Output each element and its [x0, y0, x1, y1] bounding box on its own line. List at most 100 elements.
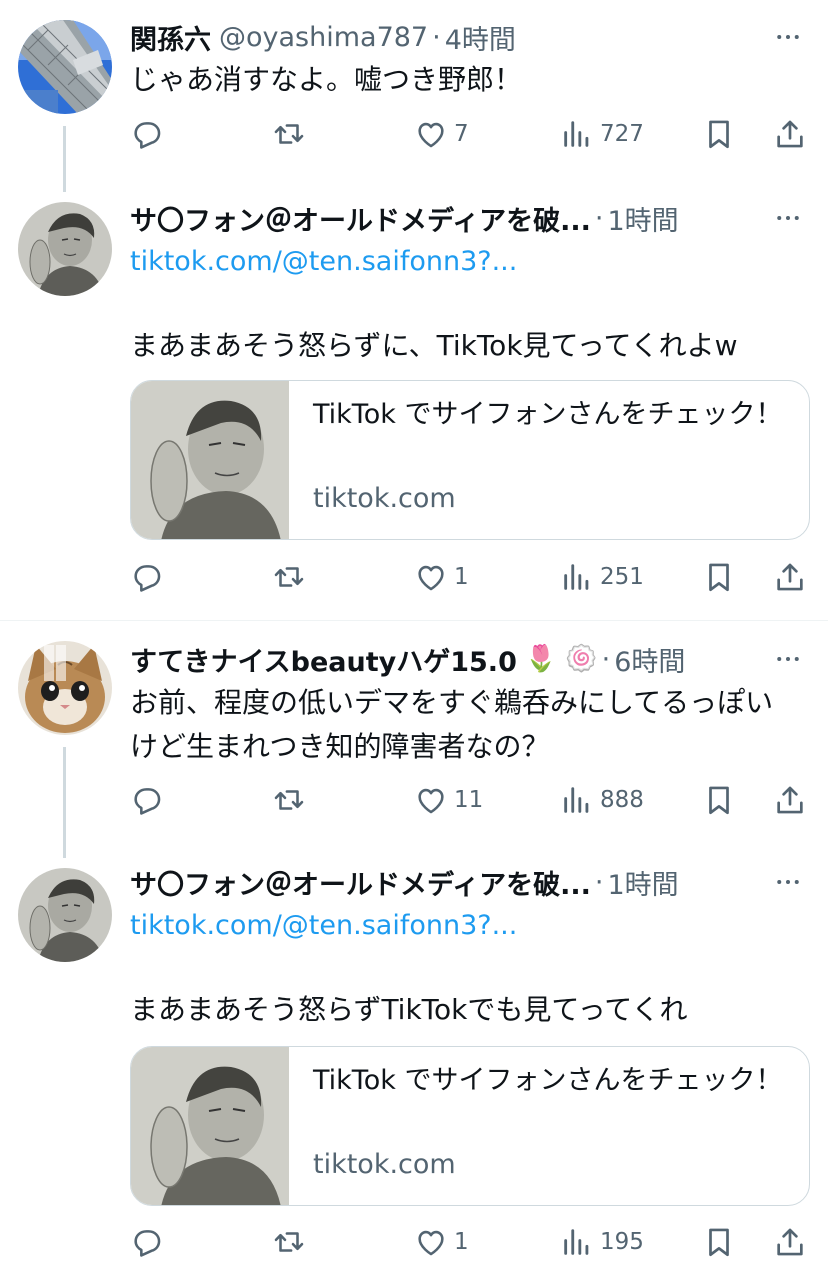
tiktok-link[interactable]: tiktok.com/@ten.saifonn3?... [130, 906, 517, 946]
avatar[interactable] [18, 868, 112, 962]
reply-button[interactable] [130, 778, 170, 822]
like-button[interactable]: 1 [414, 1220, 469, 1264]
tweet-3[interactable]: すてきナイスbeautyハゲ15.0 🌷 🍥 · 6時間 お前、程度の低いデマを… [0, 621, 828, 858]
like-button[interactable]: 11 [414, 778, 483, 822]
display-name[interactable]: サ〇フォン＠オールドメディアを破... [130, 199, 591, 238]
views-icon [564, 1229, 589, 1255]
views-button[interactable]: 888 [560, 778, 644, 822]
separator-dot: · [594, 202, 604, 234]
bookmark-icon [709, 1228, 729, 1257]
heart-icon [418, 1230, 444, 1256]
views-icon [564, 787, 589, 813]
tweet-text: じゃあ消すなよ。嘘つき野郎！ [130, 63, 523, 96]
share-icon [777, 786, 803, 814]
bookmark-button[interactable] [702, 555, 736, 599]
more-icon[interactable] [768, 17, 808, 57]
like-button[interactable]: 7 [414, 112, 469, 156]
action-bar: 1 251 [130, 555, 810, 599]
share-icon [777, 563, 803, 591]
tweet-header: すてきナイスbeautyハゲ15.0 🌷 🍥 · 6時間 [130, 639, 808, 679]
view-count: 727 [600, 121, 644, 147]
share-icon [777, 120, 803, 148]
card-image [131, 1047, 289, 1205]
tulip-emoji: 🌷 [524, 644, 558, 674]
card-domain: tiktok.com [313, 483, 456, 514]
tweet-header: 関孫六 @oyashima787 · 4時間 [130, 17, 808, 57]
bookmark-icon [709, 120, 729, 149]
separator-dot: · [432, 21, 441, 53]
retweet-icon [274, 124, 304, 144]
view-count: 251 [600, 564, 644, 590]
link-card[interactable]: TikTok でサイフォンさんをチェック！ tiktok.com [130, 1046, 810, 1206]
tweet-text: まあまあそう怒らずTikTokでも見てってくれ [130, 993, 688, 1026]
tweet-header: サ〇フォン＠オールドメディアを破... · 1時間 [130, 862, 808, 902]
display-name[interactable]: 関孫六 [130, 18, 211, 57]
card-domain: tiktok.com [313, 1149, 456, 1180]
reply-button[interactable] [130, 1220, 170, 1264]
thread-line [63, 126, 66, 192]
retweet-button[interactable] [272, 112, 312, 156]
share-button[interactable] [773, 778, 807, 822]
bookmark-button[interactable] [702, 112, 736, 156]
reply-icon [134, 1230, 161, 1257]
heart-icon [418, 565, 444, 591]
retweet-icon [274, 1232, 304, 1252]
like-count: 7 [454, 121, 469, 147]
card-title: TikTok でサイフォンさんをチェック！ [313, 399, 783, 430]
retweet-icon [274, 567, 304, 587]
tiktok-link[interactable]: tiktok.com/@ten.saifonn3?... [130, 242, 517, 282]
avatar[interactable] [18, 20, 112, 114]
bookmark-icon [709, 786, 729, 815]
separator-dot: · [601, 643, 611, 675]
views-button[interactable]: 251 [560, 555, 644, 599]
reply-icon [134, 565, 161, 592]
card-title: TikTok でサイフォンさんをチェック！ [313, 1065, 783, 1096]
reply-button[interactable] [130, 555, 170, 599]
display-name[interactable]: すてきナイスbeautyハゲ15.0 [130, 640, 517, 679]
retweet-button[interactable] [272, 778, 312, 822]
tweet-4[interactable]: サ〇フォン＠オールドメディアを破... · 1時間 tiktok.com/@te… [0, 858, 828, 1280]
like-count: 11 [454, 787, 484, 813]
share-icon [777, 1228, 803, 1256]
reply-icon [134, 788, 161, 815]
link-card[interactable]: TikTok でサイフォンさんをチェック！ tiktok.com [130, 380, 810, 540]
view-count: 195 [600, 1229, 644, 1255]
share-button[interactable] [773, 1220, 807, 1264]
bookmark-button[interactable] [702, 1220, 736, 1264]
more-icon[interactable] [768, 862, 808, 902]
more-icon[interactable] [768, 198, 808, 238]
more-icon[interactable] [768, 639, 808, 679]
bookmark-button[interactable] [702, 778, 736, 822]
thread-line [63, 747, 66, 858]
timestamp[interactable]: 6時間 [614, 640, 685, 679]
like-count: 1 [454, 1229, 469, 1255]
retweet-button[interactable] [272, 555, 312, 599]
reply-icon [134, 122, 161, 149]
card-image [131, 381, 289, 539]
share-button[interactable] [773, 555, 807, 599]
timestamp[interactable]: 1時間 [607, 863, 678, 902]
avatar[interactable] [18, 641, 112, 735]
action-bar: 11 888 [130, 778, 810, 822]
tweet-2[interactable]: サ〇フォン＠オールドメディアを破... · 1時間 tiktok.com/@te… [0, 190, 828, 620]
bookmark-icon [709, 563, 729, 592]
user-handle[interactable]: @oyashima787 [219, 22, 428, 53]
retweet-button[interactable] [272, 1220, 312, 1264]
share-button[interactable] [773, 112, 807, 156]
separator-dot: · [594, 866, 604, 898]
views-button[interactable]: 195 [560, 1220, 644, 1264]
tweet-1[interactable]: 関孫六 @oyashima787 · 4時間 じゃあ消すなよ。嘘つき野郎！ 7 … [0, 0, 828, 192]
display-name[interactable]: サ〇フォン＠オールドメディアを破... [130, 863, 591, 902]
timestamp[interactable]: 4時間 [445, 18, 516, 57]
views-button[interactable]: 727 [560, 112, 644, 156]
views-icon [564, 564, 589, 590]
avatar[interactable] [18, 202, 112, 296]
timestamp[interactable]: 1時間 [607, 199, 678, 238]
tweet-text: まあまあそう怒らずに、TikTok見てってくれよw [130, 329, 738, 362]
tweet-text: お前、程度の低いデマをすぐ鵜呑みにしてるっぽいけど生まれつき知的障害者なの？ [130, 686, 774, 763]
reply-button[interactable] [130, 112, 170, 156]
action-bar: 1 195 [130, 1220, 810, 1264]
tweet-header: サ〇フォン＠オールドメディアを破... · 1時間 [130, 198, 808, 238]
like-button[interactable]: 1 [414, 555, 469, 599]
view-count: 888 [600, 787, 644, 813]
